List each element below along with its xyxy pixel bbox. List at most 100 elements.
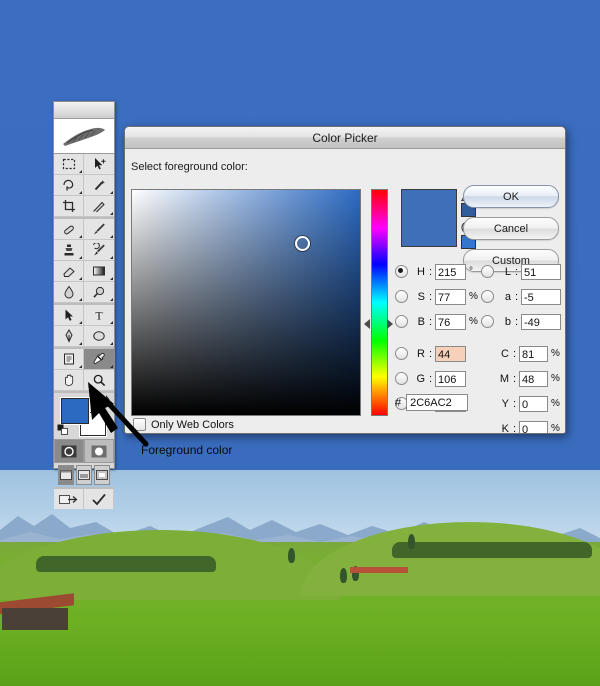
- hue-slider[interactable]: [364, 189, 393, 416]
- input-saturation[interactable]: 77: [435, 288, 466, 305]
- input-magenta[interactable]: 48: [519, 370, 548, 387]
- fullscreen-menubar-mode-button[interactable]: [76, 465, 92, 485]
- healing-brush-tool[interactable]: [54, 219, 84, 240]
- field-row-yellow[interactable]: Y : 0 %: [481, 393, 561, 414]
- input-lab-b[interactable]: -49: [521, 313, 561, 330]
- path-selection-tool[interactable]: [54, 305, 84, 326]
- field-row-magenta[interactable]: M : 48 %: [481, 368, 561, 389]
- annotation-label: Foreground color: [141, 443, 233, 457]
- lasso-tool[interactable]: [54, 175, 84, 196]
- jump-to-bar[interactable]: [54, 487, 114, 509]
- fullscreen-icon: [96, 470, 108, 480]
- tool-flyout-corner: [79, 321, 82, 324]
- unit-brightness: %: [469, 316, 478, 327]
- tool-flyout-corner: [79, 235, 82, 238]
- history-brush-tool[interactable]: [84, 240, 114, 261]
- crop-tool[interactable]: [54, 196, 84, 217]
- colon: :: [514, 290, 518, 303]
- field-row-saturation[interactable]: S : 77 %: [395, 286, 479, 307]
- radio-lab-b[interactable]: [481, 315, 494, 328]
- tool-flyout-corner: [79, 298, 82, 301]
- field-row-lab-b[interactable]: b : -49: [481, 311, 561, 332]
- radio-brightness[interactable]: [395, 315, 408, 328]
- photo-farmhouse-roof: [350, 567, 408, 573]
- input-green[interactable]: 106: [435, 370, 466, 387]
- input-lab-a[interactable]: -5: [521, 288, 561, 305]
- field-row-black[interactable]: K : 0 %: [481, 418, 561, 433]
- colon: :: [428, 372, 432, 385]
- label-yellow: Y: [501, 397, 509, 410]
- field-row-red[interactable]: R : 44: [395, 343, 479, 364]
- field-group-spacer: [395, 336, 479, 343]
- screen-modes[interactable]: [54, 463, 114, 487]
- dialog-title: Color Picker: [312, 130, 378, 145]
- toolbar-group-vector: T: [54, 305, 114, 349]
- field-row-lightness[interactable]: L : 51: [481, 261, 561, 282]
- photoshop-feather-logo: [54, 119, 114, 154]
- shape-tool[interactable]: [84, 326, 114, 347]
- field-row-brightness[interactable]: B : 76 %: [395, 311, 479, 332]
- dodge-tool[interactable]: [84, 282, 114, 303]
- cancel-button[interactable]: Cancel: [463, 217, 559, 240]
- annotation-arrow: [88, 382, 149, 447]
- fullscreen-mode-button[interactable]: [94, 465, 110, 485]
- gradient-tool[interactable]: [84, 261, 114, 282]
- clone-stamp-tool[interactable]: [54, 240, 84, 261]
- move-tool[interactable]: [84, 154, 114, 175]
- type-tool[interactable]: T: [84, 305, 114, 326]
- field-row-hue[interactable]: H : 215 °: [395, 261, 479, 282]
- select-color-label: Select foreground color:: [131, 161, 248, 173]
- input-hex[interactable]: 2C6AC2: [406, 394, 469, 411]
- eyedropper-tool[interactable]: [84, 349, 114, 370]
- saturation-brightness-field[interactable]: [131, 189, 361, 416]
- color-picker-dialog[interactable]: Color Picker Select foreground color: OK…: [124, 126, 566, 434]
- default-colors-icon[interactable]: [57, 424, 69, 436]
- label-lab-a: a: [504, 290, 511, 303]
- field-row-green[interactable]: G : 106: [395, 368, 479, 389]
- input-red[interactable]: 44: [435, 345, 466, 362]
- radio-lightness[interactable]: [481, 265, 494, 278]
- radio-hue[interactable]: [395, 265, 408, 278]
- input-lightness[interactable]: 51: [521, 263, 561, 280]
- standard-mode-icon: [61, 445, 77, 457]
- pen-tool[interactable]: [54, 326, 84, 347]
- input-black[interactable]: 0: [519, 420, 548, 433]
- jump-to-imageready-button[interactable]: [54, 489, 84, 509]
- field-row-lab-a[interactable]: a : -5: [481, 286, 561, 307]
- unit-saturation: %: [469, 291, 478, 302]
- magic-wand-tool[interactable]: [84, 175, 114, 196]
- hex-field-row[interactable]: # 2C6AC2: [395, 394, 469, 411]
- photo-tree: [340, 568, 347, 583]
- notes-tool[interactable]: [54, 349, 84, 370]
- radio-red[interactable]: [395, 347, 408, 360]
- sb-black-overlay: [132, 190, 360, 415]
- type-icon: T: [95, 309, 103, 323]
- ellipse-shape-icon: [93, 331, 105, 341]
- rectangular-marquee-tool[interactable]: [54, 154, 84, 175]
- color-preview-swatch: [401, 189, 457, 247]
- radio-green[interactable]: [395, 372, 408, 385]
- dialog-titlebar[interactable]: Color Picker: [125, 127, 565, 149]
- brush-tool[interactable]: [84, 219, 114, 240]
- input-yellow[interactable]: 0: [519, 395, 548, 412]
- input-hue[interactable]: 215: [435, 263, 466, 280]
- ok-button[interactable]: OK: [463, 185, 559, 208]
- label-saturation: S: [417, 290, 425, 303]
- radio-lab-a[interactable]: [481, 290, 494, 303]
- unit-magenta: %: [551, 373, 560, 384]
- hand-tool[interactable]: [54, 370, 84, 391]
- tool-flyout-corner: [110, 321, 113, 324]
- blur-tool[interactable]: [54, 282, 84, 303]
- tool-flyout-corner: [110, 365, 113, 368]
- jump-to-check-button[interactable]: [84, 489, 114, 509]
- input-brightness[interactable]: 76: [435, 313, 466, 330]
- standard-mode-button[interactable]: [54, 439, 84, 463]
- input-cyan[interactable]: 81: [519, 345, 548, 362]
- eraser-tool[interactable]: [54, 261, 84, 282]
- hue-bar[interactable]: [371, 189, 388, 416]
- field-row-cyan[interactable]: C : 81 %: [481, 343, 561, 364]
- standard-screen-mode-button[interactable]: [58, 465, 74, 485]
- toolbar-drag-handle[interactable]: [54, 102, 114, 119]
- slice-tool[interactable]: [84, 196, 114, 217]
- radio-saturation[interactable]: [395, 290, 408, 303]
